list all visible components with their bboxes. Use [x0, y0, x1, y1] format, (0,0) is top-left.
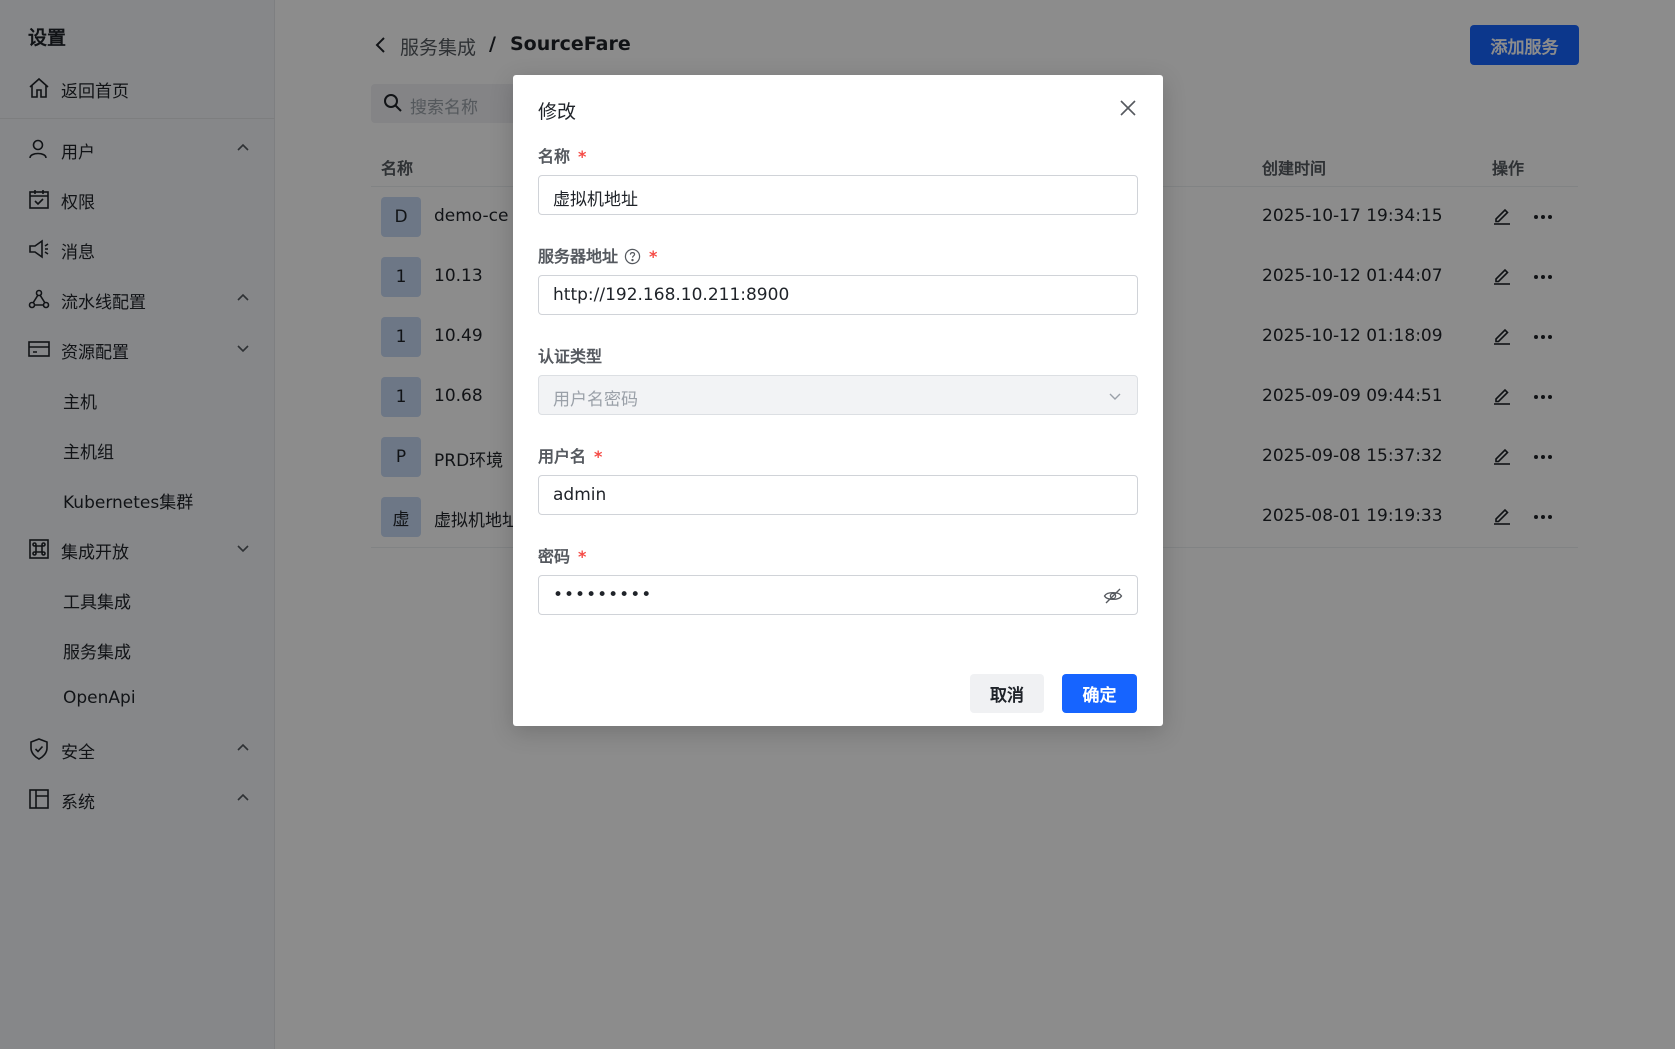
modal-title: 修改 [538, 101, 577, 123]
password-label: 密码 * [538, 543, 586, 567]
username-label-text: 用户名 [538, 447, 587, 466]
name-label: 名称 * [538, 143, 586, 167]
close-icon[interactable] [1118, 98, 1138, 118]
required-mark: * [649, 247, 658, 266]
auth-type-label: 认证类型 [538, 343, 602, 367]
server-label: 服务器地址 * [538, 243, 657, 267]
edit-modal: 修改 名称 * 虚拟机地址 服务器地址 * http://192.168.10.21… [513, 75, 1163, 726]
cancel-button[interactable]: 取消 [970, 674, 1044, 713]
name-field[interactable]: 虚拟机地址 [538, 175, 1138, 215]
server-address-value: http://192.168.10.211:8900 [553, 285, 790, 305]
server-address-field[interactable]: http://192.168.10.211:8900 [538, 275, 1138, 315]
auth-type-label-text: 认证类型 [538, 347, 603, 366]
name-label-text: 名称 [538, 147, 571, 166]
name-field-value: 虚拟机地址 [553, 190, 638, 210]
password-field[interactable]: ••••••••• [538, 575, 1138, 615]
username-label: 用户名 * [538, 443, 602, 467]
confirm-button[interactable]: 确定 [1062, 674, 1137, 713]
required-mark: * [594, 447, 603, 466]
password-label-text: 密码 [538, 547, 571, 566]
help-icon[interactable] [624, 248, 641, 265]
chevron-down-icon [1109, 393, 1121, 400]
server-label-text: 服务器地址 [538, 247, 619, 266]
password-value: ••••••••• [553, 585, 653, 605]
auth-type-select[interactable]: 用户名密码 [538, 375, 1138, 415]
eye-off-icon[interactable] [1103, 587, 1123, 605]
username-value: admin [553, 485, 607, 505]
required-mark: * [578, 147, 587, 166]
username-field[interactable]: admin [538, 475, 1138, 515]
auth-type-value: 用户名密码 [553, 390, 638, 410]
required-mark: * [578, 547, 587, 566]
